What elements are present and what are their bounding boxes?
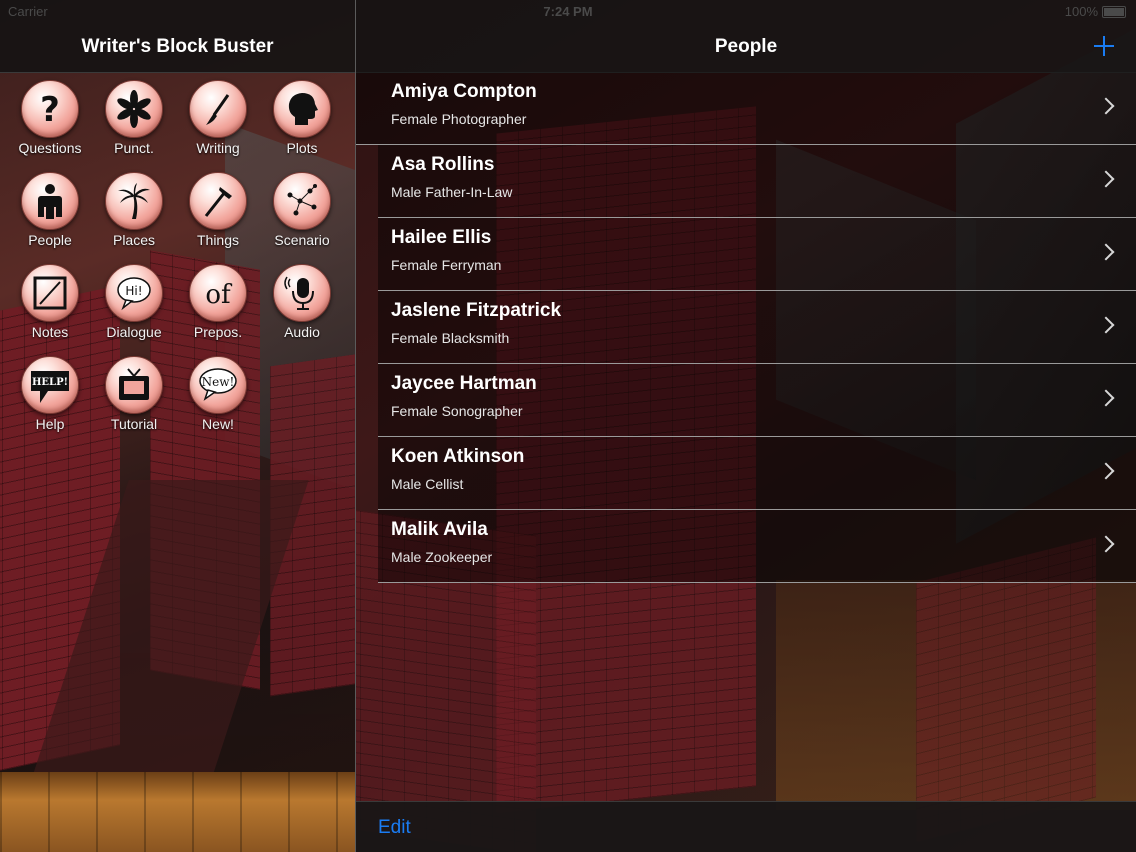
sidebar-item-audio[interactable]: Audio — [260, 264, 344, 348]
sidebar-item-plots[interactable]: Plots — [260, 80, 344, 164]
sidebar-item-label: Questions — [18, 140, 82, 156]
battery-indicator: 100% — [1065, 4, 1126, 19]
person-description: Male Cellist — [391, 476, 464, 492]
microphone-icon — [273, 264, 331, 322]
sidebar-item-places[interactable]: Places — [92, 172, 176, 256]
list-item[interactable]: Jaslene Fitzpatrick Female Blacksmith — [378, 291, 1136, 364]
edit-button[interactable]: Edit — [378, 817, 411, 839]
person-description: Male Zookeeper — [391, 549, 493, 565]
list-item[interactable]: Koen Atkinson Male Cellist — [378, 437, 1136, 510]
hammer-icon — [189, 172, 247, 230]
speech-bubble-text: Hi! — [125, 284, 142, 298]
sidebar-item-things[interactable]: Things — [176, 172, 260, 256]
chevron-right-icon — [1097, 316, 1115, 334]
list-item[interactable]: Hailee Ellis Female Ferryman — [378, 218, 1136, 291]
sidebar-item-label: Notes — [31, 324, 69, 340]
sidebar-item-prepos[interactable]: of Prepos. — [176, 264, 260, 348]
tool-grid: ? Questions Punct. Writing Plots People … — [8, 80, 348, 440]
list-item[interactable]: Jaycee Hartman Female Sonographer — [378, 364, 1136, 437]
sidebar-item-questions[interactable]: ? Questions — [8, 80, 92, 164]
person-name: Koen Atkinson — [391, 446, 525, 467]
sidebar-item-label: Punct. — [114, 140, 154, 156]
person-icon — [21, 172, 79, 230]
app-title: Writer's Block Buster — [81, 36, 274, 57]
sidebar-item-dialogue[interactable]: Hi! Dialogue — [92, 264, 176, 348]
palm-tree-icon — [105, 172, 163, 230]
sidebar-item-label: Dialogue — [106, 324, 162, 340]
person-name: Amiya Compton — [391, 81, 537, 102]
paintbrush-icon — [189, 80, 247, 138]
chevron-right-icon — [1097, 97, 1115, 115]
people-list: Amiya Compton Female Photographer Asa Ro… — [356, 72, 1136, 583]
preposition-text: of — [205, 280, 233, 310]
person-description: Female Ferryman — [391, 257, 502, 273]
person-name: Malik Avila — [391, 519, 488, 540]
sidebar-item-help[interactable]: HELP! Help — [8, 356, 92, 440]
list-item[interactable]: Asa Rollins Male Father-In-Law — [378, 145, 1136, 218]
person-description: Female Photographer — [391, 111, 527, 127]
speech-bubble-icon: Hi! — [105, 264, 163, 322]
preposition-of-icon: of — [189, 264, 247, 322]
sidebar-item-writing[interactable]: Writing — [176, 80, 260, 164]
chevron-right-icon — [1097, 462, 1115, 480]
detail-pane: People Amiya Compton Female Photographer… — [356, 0, 1136, 852]
new-bubble-text: New! — [202, 375, 235, 389]
wood-floor — [0, 772, 355, 852]
help-sign-text: HELP! — [32, 377, 68, 388]
notepad-pencil-icon — [21, 264, 79, 322]
sidebar-item-label: New! — [202, 416, 234, 432]
sidebar-item-notes[interactable]: Notes — [8, 264, 92, 348]
sidebar-item-label: Help — [35, 416, 65, 432]
sidebar-item-label: Things — [196, 232, 240, 248]
sidebar-item-label: Tutorial — [110, 416, 158, 432]
chevron-right-icon — [1097, 243, 1115, 261]
tv-icon — [105, 356, 163, 414]
sidebar-item-label: Prepos. — [193, 324, 243, 340]
sidebar-item-label: Scenario — [274, 232, 330, 248]
list-item[interactable]: Malik Avila Male Zookeeper — [378, 510, 1136, 583]
chevron-right-icon — [1097, 389, 1115, 407]
status-bar: Carrier 7:24 PM 100% — [0, 0, 1136, 22]
battery-icon — [1102, 5, 1126, 18]
sidebar-item-label: Audio — [284, 324, 320, 340]
person-description: Male Father-In-Law — [391, 184, 513, 200]
constellation-icon — [273, 172, 331, 230]
sidebar-item-punct[interactable]: Punct. — [92, 80, 176, 164]
sidebar: Writer's Block Buster ? Questions Punct.… — [0, 0, 355, 852]
sidebar-item-label: Writing — [196, 140, 240, 156]
battery-percent: 100% — [1064, 4, 1098, 19]
clock: 7:24 PM — [543, 4, 593, 19]
asterisk-icon — [105, 80, 163, 138]
chevron-right-icon — [1097, 170, 1115, 188]
page-title: People — [714, 36, 778, 57]
svg-text:?: ? — [40, 90, 60, 129]
person-description: Female Sonographer — [391, 403, 523, 419]
sidebar-item-label: People — [28, 232, 72, 248]
new-bubble-icon: New! — [189, 356, 247, 414]
bottom-toolbar: Edit — [356, 801, 1136, 852]
sidebar-item-scenario[interactable]: Scenario — [260, 172, 344, 256]
sidebar-item-label: Plots — [286, 140, 318, 156]
add-icon[interactable] — [1092, 34, 1116, 58]
person-name: Hailee Ellis — [391, 227, 492, 248]
question-mark-icon: ? — [21, 80, 79, 138]
sidebar-item-tutorial[interactable]: Tutorial — [92, 356, 176, 440]
person-name: Jaslene Fitzpatrick — [391, 300, 562, 321]
sidebar-item-people[interactable]: People — [8, 172, 92, 256]
person-description: Female Blacksmith — [391, 330, 510, 346]
person-name: Jaycee Hartman — [391, 373, 537, 394]
help-sign-icon: HELP! — [21, 356, 79, 414]
sidebar-item-new[interactable]: New! New! — [176, 356, 260, 440]
sidebar-item-label: Places — [112, 232, 156, 248]
list-item[interactable]: Amiya Compton Female Photographer — [356, 72, 1136, 145]
head-silhouette-icon — [273, 80, 331, 138]
person-name: Asa Rollins — [391, 154, 495, 175]
chevron-right-icon — [1097, 535, 1115, 553]
